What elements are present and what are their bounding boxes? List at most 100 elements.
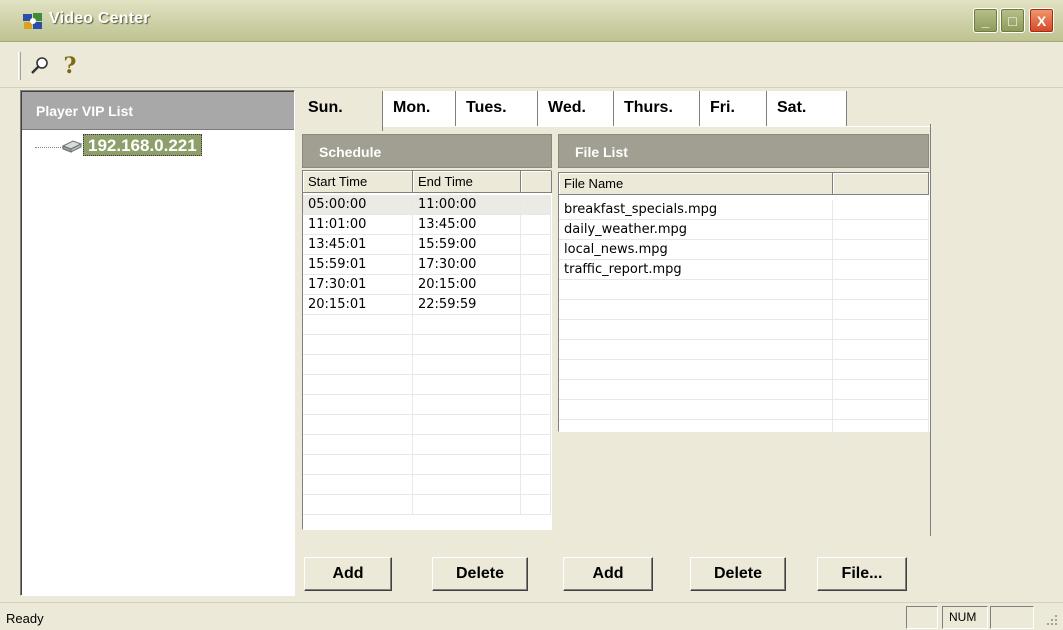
delete-schedule-button[interactable]: Delete [432,557,528,591]
file-name-cell [559,280,833,300]
list-item[interactable] [559,380,929,400]
empty-cell [833,200,929,220]
tab-wednesday[interactable]: Wed. [538,91,614,127]
file-name-cell [559,300,833,320]
start-time-cell [303,455,413,475]
resize-grip-icon[interactable] [1043,611,1059,627]
toolbar: ? [0,46,1063,88]
server-icon [61,140,83,153]
tab-friday[interactable]: Fri. [700,91,767,127]
empty-cell [521,315,551,335]
column-header-file-name[interactable]: File Name [559,173,833,195]
table-row[interactable] [303,475,551,495]
empty-cell [833,380,929,400]
table-row[interactable]: 13:45:01 15:59:00 [303,235,551,255]
file-name-cell: traffic_report.mpg [559,260,833,280]
list-item[interactable]: local_news.mpg [559,240,929,260]
table-row[interactable]: 11:01:00 13:45:00 [303,215,551,235]
empty-cell [833,260,929,280]
file-name-cell: breakfast_specials.mpg [559,200,833,220]
list-item[interactable] [559,340,929,360]
tab-tuesday[interactable]: Tues. [456,91,538,127]
status-text: Ready [6,611,44,626]
table-row[interactable] [303,395,551,415]
empty-cell [521,355,551,375]
tab-page-border [930,124,931,536]
start-time-cell: 13:45:01 [303,235,413,255]
end-time-cell [413,455,521,475]
empty-cell [833,360,929,380]
minimize-button[interactable]: _ [973,8,998,33]
table-row[interactable]: 17:30:01 20:15:00 [303,275,551,295]
tab-saturday[interactable]: Sat. [767,91,847,127]
tab-thursday[interactable]: Thurs. [614,91,700,127]
list-item[interactable] [559,420,929,440]
column-header-start-time[interactable]: Start Time [303,171,413,193]
file-name-cell [559,380,833,400]
status-pane-caps [906,606,938,629]
file-name-cell [559,360,833,380]
list-item[interactable]: breakfast_specials.mpg [559,200,929,220]
toolbar-grip[interactable] [18,52,21,80]
column-header-empty[interactable] [833,173,929,195]
player-vip-list-header: Player VIP List [22,92,294,130]
maximize-button[interactable]: □ [1000,8,1025,33]
list-item[interactable] [559,400,929,420]
schedule-header: Schedule [302,134,552,168]
end-time-cell [413,335,521,355]
list-item[interactable] [559,360,929,380]
maximize-icon: □ [1008,12,1017,29]
empty-cell [833,400,929,420]
title-bar[interactable]: Video Center _ □ X [0,0,1063,42]
list-item[interactable] [559,300,929,320]
empty-cell [521,275,551,295]
table-row[interactable] [303,415,551,435]
status-pane-scroll [990,606,1034,629]
add-schedule-button[interactable]: Add [304,557,392,591]
file-name-cell: daily_weather.mpg [559,220,833,240]
list-item[interactable] [559,280,929,300]
list-item[interactable]: daily_weather.mpg [559,220,929,240]
table-row[interactable]: 20:15:01 22:59:59 [303,295,551,315]
end-time-cell [413,395,521,415]
start-time-cell: 17:30:01 [303,275,413,295]
table-row[interactable]: 15:59:01 17:30:00 [303,255,551,275]
player-vip-list-panel: Player VIP List 192.168.0.221 [20,90,295,596]
empty-cell [521,235,551,255]
empty-cell [521,215,551,235]
empty-cell [833,320,929,340]
table-row[interactable] [303,375,551,395]
table-row[interactable] [303,335,551,355]
window-title: Video Center [49,10,150,27]
search-tool-button[interactable] [27,52,53,80]
column-header-end-time[interactable]: End Time [413,171,521,193]
start-time-cell [303,355,413,375]
empty-cell [521,295,551,315]
start-time-cell [303,495,413,515]
table-row[interactable]: 05:00:00 11:00:00 [303,195,551,215]
tab-monday[interactable]: Mon. [383,91,456,127]
list-item[interactable] [559,320,929,340]
table-row[interactable] [303,495,551,515]
schedule-list[interactable]: Start Time End Time 05:00:00 11:00:00 11:0… [302,170,552,530]
end-time-cell [413,435,521,455]
table-row[interactable] [303,355,551,375]
empty-cell [521,435,551,455]
table-row[interactable] [303,455,551,475]
browse-file-button[interactable]: File... [817,557,907,591]
tree-node-player[interactable]: 192.168.0.221 [83,134,202,156]
column-header-empty[interactable] [521,171,552,193]
close-button[interactable]: X [1029,8,1054,33]
table-row[interactable] [303,435,551,455]
list-item[interactable]: traffic_report.mpg [559,260,929,280]
table-row[interactable] [303,315,551,335]
empty-cell [521,495,551,515]
start-time-cell [303,335,413,355]
tab-sunday[interactable]: Sun. [298,91,383,131]
empty-cell [521,455,551,475]
help-tool-button[interactable]: ? [57,52,83,80]
add-file-button[interactable]: Add [563,557,653,591]
file-list[interactable]: File Name breakfast_specials.mpg daily_we… [558,172,930,440]
delete-file-button[interactable]: Delete [690,557,786,591]
empty-cell [521,475,551,495]
